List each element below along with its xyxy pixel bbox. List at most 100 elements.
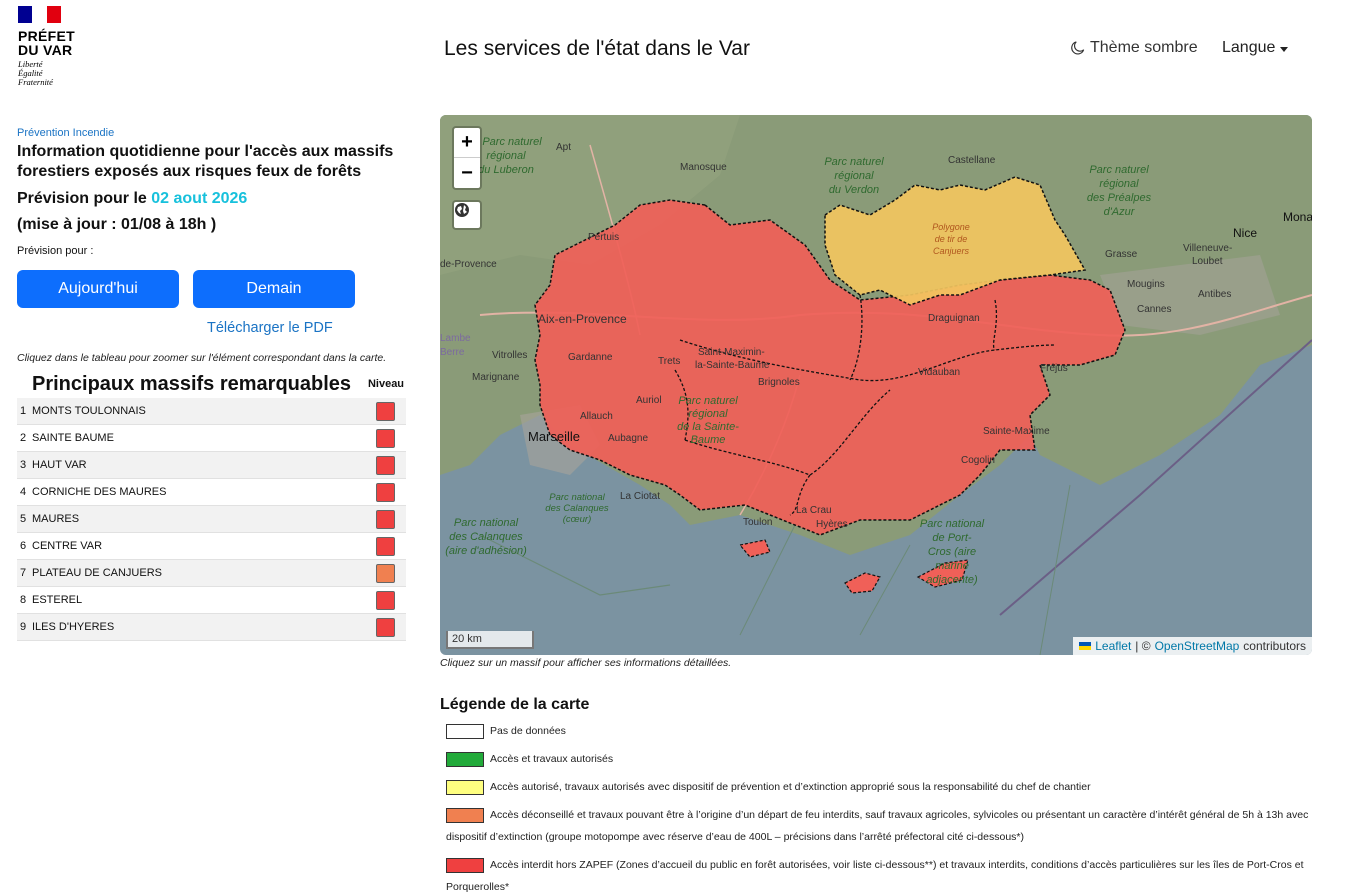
today-button[interactable]: Aujourd'hui: [17, 270, 179, 308]
map-caption: Cliquez sur un massif pour afficher ses …: [440, 657, 732, 669]
massif-level: [364, 401, 406, 421]
layers-button[interactable]: [452, 200, 482, 230]
level-swatch: [375, 401, 395, 421]
label-berre: Berre: [440, 347, 465, 358]
massif-row[interactable]: 3 HAUT VAR: [17, 452, 406, 479]
leaflet-link[interactable]: Leaflet: [1095, 639, 1131, 653]
fire-risk-map[interactable]: Apt Manosque Castellane Pertuis de-Prove…: [440, 115, 1312, 655]
label-portcros-1: Parc national: [920, 518, 985, 530]
update-time: (mise à jour : 01/08 à 18h ): [17, 216, 217, 233]
label-trets: Trets: [658, 356, 680, 367]
level-swatch: [375, 563, 395, 583]
label-calanquesadh-3: (aire d'adhésion): [445, 545, 527, 557]
label-luberon-2: régional: [486, 150, 526, 162]
map-attribution: Leaflet | © OpenStreetMap contributors: [1073, 637, 1312, 655]
massif-name: MAURES: [32, 513, 80, 525]
caret-down-icon: [1280, 46, 1289, 52]
label-marignane: Marignane: [472, 372, 520, 383]
label-toulon: Toulon: [743, 517, 772, 528]
cepet-peninsula[interactable]: [738, 539, 771, 558]
massif-name: CORNICHE DES MAURES: [32, 486, 167, 498]
label-calanques-2: des Calanques: [545, 503, 609, 514]
massif-level: [364, 617, 406, 637]
site-title: Les services de l'état dans le Var: [444, 37, 750, 60]
zoom-in-button[interactable]: +: [454, 128, 480, 158]
massif-row[interactable]: 7 PLATEAU DE CANJUERS: [17, 560, 406, 587]
label-provence: de-Provence: [440, 259, 497, 270]
language-dropdown[interactable]: Langue: [1222, 39, 1289, 57]
level-swatch: [375, 428, 395, 448]
label-saintemaxime: Sainte-Maxime: [983, 426, 1050, 437]
massif-row[interactable]: 6 CENTRE VAR: [17, 533, 406, 560]
legend-item: Pas de données: [440, 720, 1310, 742]
massif-row[interactable]: 8 ESTEREL: [17, 587, 406, 614]
label-laciotat: La Ciotat: [620, 491, 660, 502]
label-stmaximin2: la-Sainte-Baume: [695, 360, 770, 371]
theme-label: Thème sombre: [1090, 39, 1198, 56]
massif-row[interactable]: 1 MONTS TOULONNAIS: [17, 398, 406, 425]
zoom-control: + −: [452, 126, 482, 190]
label-verdon-3: du Verdon: [829, 184, 879, 196]
label-sbaume-1: Parc naturel: [678, 395, 738, 407]
massif-number: 5: [20, 513, 27, 525]
massif-number: 8: [20, 594, 27, 606]
legend-item: Accès autorisé, travaux autorisés avec d…: [440, 776, 1310, 798]
label-villeneuve: Villeneuve-: [1183, 243, 1232, 254]
map-legend: Légende de la carte Pas de données Accès …: [440, 696, 1310, 894]
massif-name: CENTRE VAR: [32, 540, 103, 552]
legend-text: Accès déconseillé et travaux pouvant êtr…: [446, 809, 1309, 843]
massif-row[interactable]: 4 CORNICHE DES MAURES: [17, 479, 406, 506]
massif-table-header: Principaux massifs remarquables Niveau: [17, 370, 407, 398]
legend-text: Accès interdit hors ZAPEF (Zones d’accue…: [446, 859, 1304, 893]
massif-number: 6: [20, 540, 27, 552]
dark-theme-toggle[interactable]: Thème sombre: [1071, 39, 1198, 57]
porquerolles-island[interactable]: [844, 572, 881, 594]
label-apt: Apt: [556, 142, 571, 153]
attrib-contributors: contributors: [1243, 639, 1306, 653]
label-calanques-3: (cœur): [563, 514, 592, 525]
label-prealpes-4: d'Azur: [1104, 206, 1136, 218]
label-prealpes-3: des Préalpes: [1087, 192, 1152, 204]
legend-item: Accès interdit hors ZAPEF (Zones d’accue…: [440, 854, 1310, 894]
tomorrow-button[interactable]: Demain: [193, 270, 355, 308]
osm-link[interactable]: OpenStreetMap: [1155, 639, 1240, 653]
massif-table: 1 MONTS TOULONNAIS 2 SAINTE BAUME 3 HAUT VAR 4…: [17, 398, 406, 641]
table-hint: Cliquez dans le tableau pour zoomer sur …: [17, 352, 387, 364]
massif-name: SAINTE BAUME: [32, 432, 114, 444]
category-label: Prévention Incendie: [17, 127, 115, 139]
zoom-out-button[interactable]: −: [454, 158, 480, 188]
motto-fraternite: Fraternité: [18, 77, 53, 87]
label-grasse: Grasse: [1105, 249, 1138, 260]
massif-name: HAUT VAR: [32, 459, 87, 471]
massif-row[interactable]: 2 SAINTE BAUME: [17, 425, 406, 452]
massif-number: 3: [20, 459, 27, 471]
label-antibes: Antibes: [1198, 289, 1231, 300]
massif-table-title: Principaux massifs remarquables: [32, 372, 352, 395]
label-pertuis: Pertuis: [588, 232, 619, 243]
flag-blue: [18, 6, 33, 23]
label-hyeres: Hyères: [816, 519, 848, 530]
moon-icon: [1071, 41, 1085, 55]
label-calanques-1: Parc national: [549, 492, 605, 503]
label-sbaume-2: régional: [688, 408, 728, 420]
logo-line1: PRÉFET: [18, 28, 76, 44]
legend-swatch: [446, 779, 484, 795]
label-canjuers-2: de tir de: [935, 234, 968, 244]
massif-name: ESTEREL: [32, 594, 83, 606]
label-canjuers-3: Canjuers: [933, 246, 970, 256]
massif-row[interactable]: 5 MAURES: [17, 506, 406, 533]
label-stmaximin: Saint-Maximin-: [698, 347, 765, 358]
label-cannes: Cannes: [1137, 304, 1171, 315]
label-portcros-3: Cros (aire: [928, 546, 976, 558]
legend-item: Accès et travaux autorisés: [440, 748, 1310, 770]
massif-row[interactable]: 9 ILES D'HYERES: [17, 614, 406, 641]
level-swatch: [375, 617, 395, 637]
legend-text: Accès autorisé, travaux autorisés avec d…: [490, 781, 1091, 793]
massif-number: 2: [20, 432, 27, 444]
prefet-logo[interactable]: PRÉFET DU VAR Liberté Égalité Fraternité: [18, 6, 98, 87]
label-frejus: Fréjus: [1040, 363, 1068, 374]
label-aix: Aix-en-Provence: [538, 312, 627, 326]
map-canvas[interactable]: Apt Manosque Castellane Pertuis de-Prove…: [440, 115, 1312, 655]
globe-icon: [455, 203, 469, 217]
download-pdf-link[interactable]: Télécharger le PDF: [207, 320, 407, 336]
